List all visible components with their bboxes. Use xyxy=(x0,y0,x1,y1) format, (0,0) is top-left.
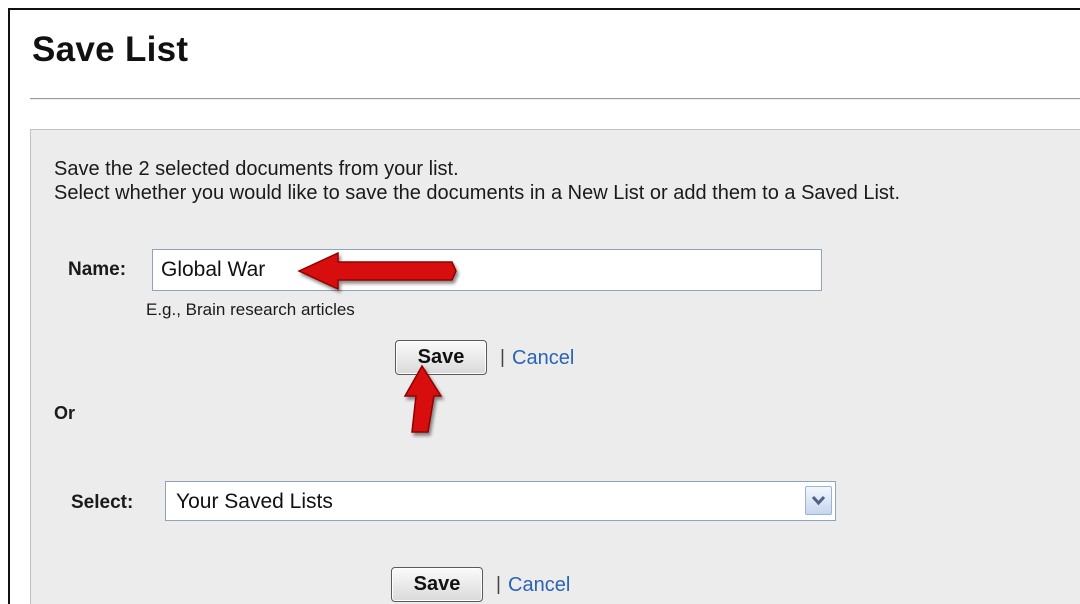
saved-lists-select[interactable]: Your Saved Lists xyxy=(165,481,836,521)
cancel-saved-list-link[interactable]: Cancel xyxy=(508,574,570,597)
or-label: Or xyxy=(54,403,76,423)
save-list-panel: Save the 2 selected documents from your … xyxy=(30,129,1080,604)
link-separator: | xyxy=(500,347,505,368)
title-divider xyxy=(30,98,1080,100)
cancel-new-list-link[interactable]: Cancel xyxy=(512,347,574,370)
page-title: Save List xyxy=(32,30,189,69)
name-label: Name: xyxy=(68,259,127,280)
save-to-saved-list-button[interactable]: Save xyxy=(391,567,483,602)
select-label: Select: xyxy=(71,492,134,513)
intro-text-line-1: Save the 2 selected documents from your … xyxy=(54,158,459,180)
name-hint: E.g., Brain research articles xyxy=(146,300,355,319)
list-name-input[interactable] xyxy=(152,249,822,291)
save-new-list-button[interactable]: Save xyxy=(395,340,487,375)
selected-option: Your Saved Lists xyxy=(176,490,333,513)
intro-text-line-2: Select whether you would like to save th… xyxy=(54,182,901,204)
chevron-down-icon[interactable] xyxy=(805,486,832,515)
dialog-frame: Save List Save the 2 selected documents … xyxy=(8,8,1080,604)
link-separator: | xyxy=(496,574,501,595)
